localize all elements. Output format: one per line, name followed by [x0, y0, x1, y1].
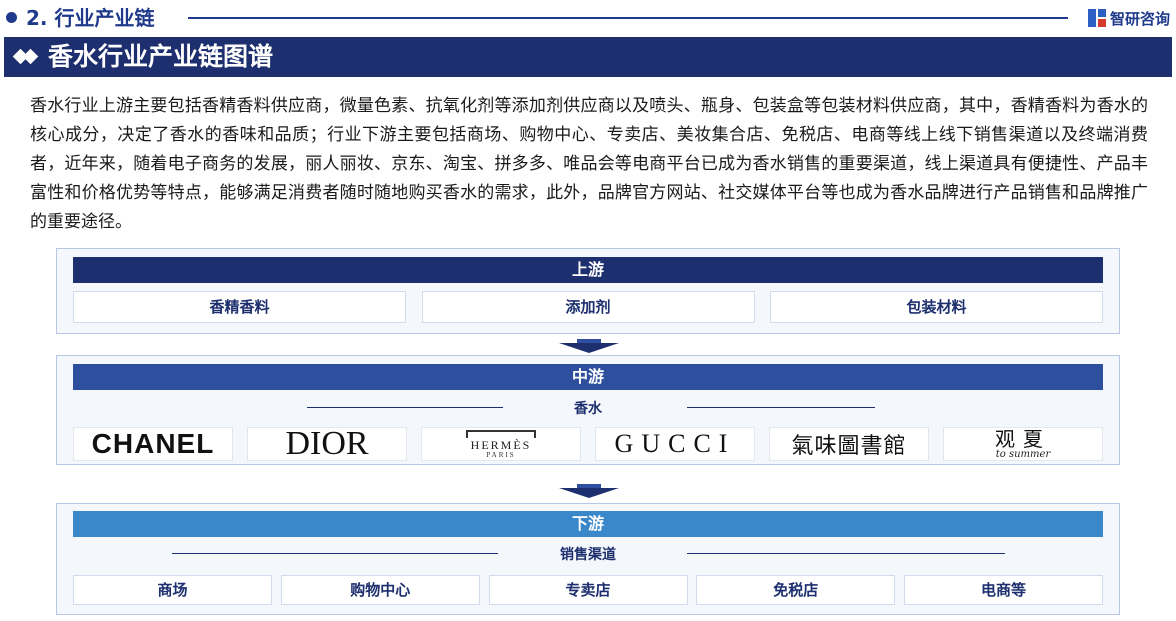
chanel-logo: CHANEL: [73, 427, 233, 461]
dior-logo: DIOR: [247, 427, 407, 461]
brand-logos: CHANEL DIOR HERMÈS PARIS GUCCI 氣味圖書館 观夏 …: [73, 427, 1103, 461]
chanel-logo-text: CHANEL: [91, 428, 215, 459]
page-title: 香水行业产业链图谱: [48, 42, 274, 71]
divider-line: [687, 407, 875, 408]
zhiyan-logo-icon: [1087, 9, 1106, 27]
upstream-header: 上游: [73, 257, 1103, 283]
down-arrow-icon: [559, 484, 619, 498]
guanxia-logo: 观夏 to summer: [943, 427, 1103, 461]
hermes-logo: HERMÈS PARIS: [421, 427, 581, 461]
upstream-item: 添加剂: [421, 291, 755, 323]
downstream-label: 销售渠道: [560, 547, 616, 563]
downstream-section: 下游 销售渠道 商场 购物中心 专卖店 免税店 电商等: [56, 503, 1120, 615]
divider-line: [687, 553, 1005, 554]
downstream-item: 电商等: [904, 575, 1103, 605]
downstream-items: 商场 购物中心 专卖店 免税店 电商等: [73, 575, 1103, 605]
brand-name: 智研咨询: [1109, 9, 1170, 28]
hermes-logo-text: HERMÈS: [470, 437, 532, 452]
divider-line: [307, 407, 503, 408]
upstream-section: 上游 香精香料 添加剂 包装材料: [56, 248, 1120, 334]
section-title: 2. 行业产业链: [26, 6, 155, 30]
divider-line: [172, 553, 498, 554]
midstream-section: 中游 香水 CHANEL DIOR HERMÈS PARIS GUCCI 氣味圖…: [56, 355, 1120, 465]
downstream-item: 商场: [73, 575, 272, 605]
wwtsg-logo: 氣味圖書館: [769, 427, 929, 461]
wwtsg-logo-text: 氣味圖書館: [791, 434, 907, 459]
midstream-header: 中游: [73, 364, 1103, 390]
dior-logo-text: DIOR: [285, 427, 369, 461]
guanxia-logo-text: 观夏: [995, 427, 1051, 451]
brand: 智研咨询: [1087, 6, 1170, 30]
intro-paragraph: 香水行业上游主要包括香精香料供应商，微量色素、抗氧化剂等添加剂供应商以及喷头、瓶…: [30, 96, 1148, 232]
downstream-item: 免税店: [696, 575, 896, 605]
downstream-header: 下游: [73, 511, 1103, 537]
midstream-label: 香水: [574, 401, 602, 417]
upstream-items: 香精香料 添加剂 包装材料: [73, 291, 1103, 323]
gucci-logo: GUCCI: [595, 427, 755, 461]
down-arrow-icon: [559, 339, 619, 353]
downstream-item: 专卖店: [488, 575, 688, 605]
header-divider: [188, 17, 1068, 19]
upstream-item: 香精香料: [73, 291, 406, 323]
downstream-item: 购物中心: [280, 575, 480, 605]
upstream-item: 包装材料: [770, 291, 1103, 323]
guanxia-logo-subtext: to summer: [995, 448, 1051, 460]
hermes-carriage-icon: [466, 429, 536, 438]
top-header: 2. 行业产业链 智研咨询: [0, 0, 1176, 36]
gucci-logo-text: GUCCI: [614, 429, 736, 458]
double-diamond-icon: [12, 48, 40, 65]
bullet-dot-icon: [6, 12, 17, 23]
hermes-logo-subtext: PARIS: [486, 450, 516, 459]
title-banner: 香水行业产业链图谱: [4, 37, 1172, 77]
